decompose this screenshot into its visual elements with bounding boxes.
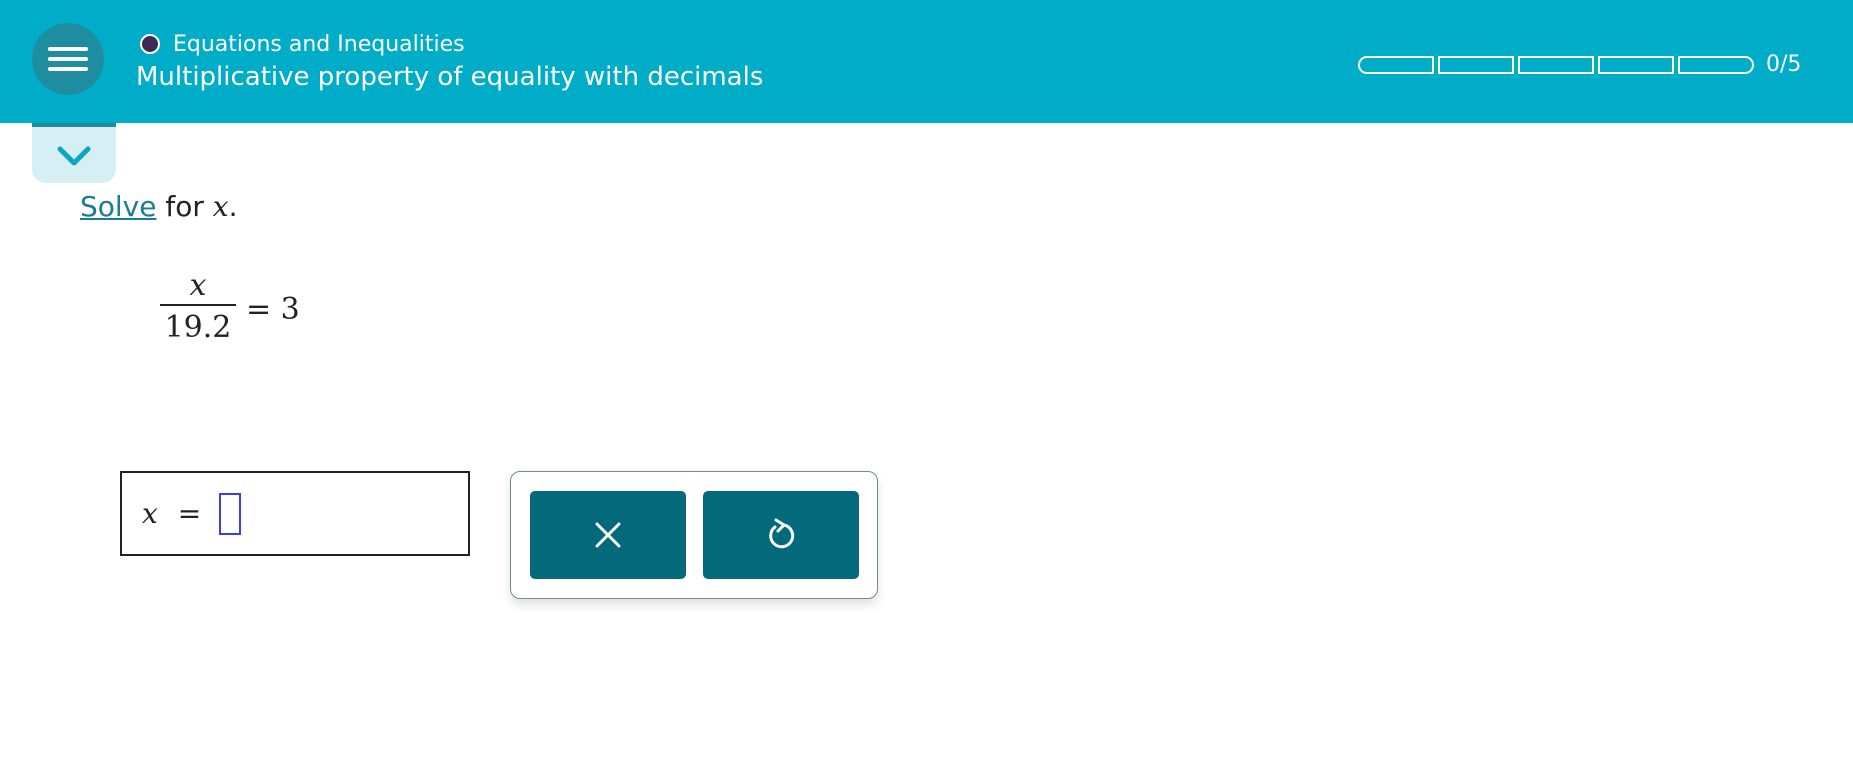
close-icon (595, 522, 621, 548)
prompt-variable: x (212, 190, 229, 223)
prompt-period: . (228, 190, 238, 223)
equation-rhs: = 3 (246, 291, 300, 327)
progress-segment (1438, 55, 1514, 74)
answer-variable: x (142, 497, 158, 530)
chevron-down-icon (57, 146, 91, 166)
menu-icon (48, 47, 88, 51)
answer-input-box[interactable] (219, 492, 242, 535)
topic-row: Equations and Inequalities (140, 29, 465, 59)
fraction: x 19.2 (160, 268, 236, 350)
question-prompt: Solve for x. (80, 190, 238, 223)
topic-dot-icon (140, 34, 160, 54)
header-bar: Equations and Inequalities Multiplicativ… (0, 0, 1853, 123)
progress-segment (1678, 55, 1754, 74)
tool-panel (510, 471, 878, 599)
lesson-title: Multiplicative property of equality with… (136, 62, 764, 92)
menu-icon-bar (48, 57, 88, 61)
answer-field[interactable]: x = (120, 471, 470, 556)
menu-icon-bar (48, 67, 88, 71)
fraction-numerator: x (189, 268, 207, 303)
solve-link[interactable]: Solve (80, 190, 156, 223)
answer-equals: = (177, 497, 202, 530)
fraction-denominator: 19.2 (164, 310, 232, 345)
topic-label: Equations and Inequalities (173, 31, 465, 57)
undo-button[interactable] (703, 491, 859, 579)
progress-bar: 0/5 (1358, 52, 1801, 77)
prompt-text: for (156, 190, 213, 223)
progress-segment (1518, 55, 1594, 74)
equation: x 19.2 = 3 (160, 268, 300, 350)
undo-icon (769, 518, 795, 549)
progress-segment (1358, 55, 1434, 74)
menu-button[interactable] (32, 23, 104, 95)
progress-count: 0/5 (1766, 52, 1802, 77)
clear-button[interactable] (530, 491, 686, 579)
collapse-tab[interactable] (32, 123, 116, 183)
progress-segment (1598, 55, 1674, 74)
